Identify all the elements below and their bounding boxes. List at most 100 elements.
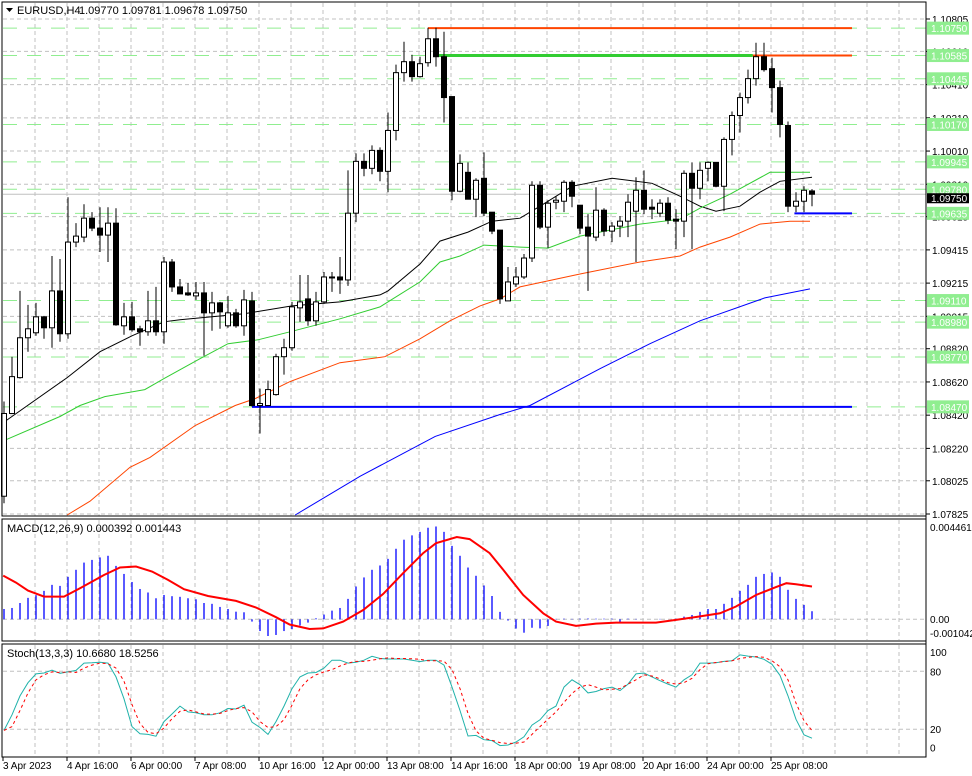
candle-body-bull — [721, 138, 727, 187]
candle-body-bull — [73, 235, 79, 243]
candle — [489, 211, 495, 235]
candle-body-bull — [161, 261, 167, 333]
candle-body-bear — [481, 177, 487, 214]
candle-body-bull — [257, 403, 263, 407]
candle-body-bull — [513, 276, 519, 285]
candle-body-bull — [681, 172, 687, 222]
symbol-label: EURUSD,H4 — [17, 5, 81, 17]
candle — [321, 271, 327, 304]
candle-body-bear — [377, 149, 383, 172]
candle-body-bull — [401, 61, 407, 74]
candle-body-bull — [353, 160, 359, 214]
candle-body-bull — [609, 225, 615, 232]
candle-body-bear — [465, 171, 471, 200]
candle-body-bull — [49, 290, 55, 329]
macd-tick-label: 0.004461 — [930, 523, 972, 534]
candle-body-bull — [65, 241, 71, 335]
price-level-label: 1.08770 — [931, 353, 968, 364]
candle — [497, 229, 503, 304]
candle-body-bull — [321, 276, 327, 303]
candle-body-bull — [473, 179, 479, 200]
candle — [785, 121, 791, 213]
candle-body-bull — [281, 347, 287, 358]
candle-body-bull — [289, 306, 295, 349]
time-tick-label: 19 Apr 08:00 — [579, 761, 636, 772]
candle-body-bull — [25, 328, 31, 339]
candle-body-bear — [713, 161, 719, 187]
stoch-title: Stoch(13,3,3) 10.6680 18.5256 — [7, 648, 159, 660]
candle-body-bull — [17, 337, 23, 379]
time-tick-label: 24 Apr 00:00 — [707, 761, 764, 772]
price-level-label: 1.10445 — [931, 75, 968, 86]
price-level-label: 1.08470 — [931, 403, 968, 414]
time-tick-label: 25 Apr 08:00 — [771, 761, 828, 772]
candle-body-bull — [9, 376, 15, 415]
candle — [289, 301, 295, 351]
candle-body-bear — [97, 227, 103, 236]
candle — [249, 291, 255, 407]
candle-body-bull — [545, 202, 551, 228]
candle — [537, 181, 543, 230]
candle-body-bull — [385, 129, 391, 172]
candle — [393, 64, 399, 141]
candle-body-bear — [649, 206, 655, 210]
candle-body-bear — [777, 87, 783, 125]
candle-body-bear — [569, 181, 575, 197]
candle-body-bear — [185, 292, 191, 296]
price-level-label: 1.09635 — [931, 209, 968, 220]
candle-body-bear — [233, 312, 239, 327]
candle-body-bear — [217, 302, 223, 313]
candle-body-bull — [313, 301, 319, 322]
candle-body-bull — [225, 312, 231, 327]
price-level-label: 1.10585 — [931, 52, 968, 63]
chart-header[interactable]: EURUSD,H4 1.09770 1.09781 1.09678 1.0975… — [6, 5, 247, 17]
candle-body-bull — [121, 316, 127, 327]
price-level-label: 1.09945 — [931, 158, 968, 169]
stoch-tick-label: 0 — [930, 744, 936, 755]
candle-body-bull — [753, 56, 759, 80]
candle-body-bear — [305, 298, 311, 322]
time-tick-label: 20 Apr 16:00 — [643, 761, 700, 772]
candle-body-bear — [769, 68, 775, 89]
candle-body-bull — [297, 301, 303, 309]
candle-body-bull — [241, 299, 247, 327]
candle-body-bull — [625, 201, 631, 222]
candle-body-bull — [505, 281, 511, 302]
candle-body-bull — [561, 181, 567, 202]
candle-body-bull — [105, 222, 111, 236]
time-tick-label: 13 Apr 08:00 — [387, 761, 444, 772]
macd-title: MACD(12,26,9) 0.000392 0.001443 — [7, 523, 181, 535]
candle-body-bull — [801, 189, 807, 202]
candle-body-bull — [329, 276, 335, 279]
candle-body-bull — [33, 316, 39, 334]
candle-body-bear — [673, 218, 679, 222]
candle-body-bear — [337, 276, 343, 281]
candle-body-bull — [529, 184, 535, 259]
candle-body-bull — [737, 97, 743, 117]
candle — [161, 257, 167, 344]
candle-body-bear — [641, 189, 647, 210]
time-tick-label: 18 Apr 00:00 — [515, 761, 572, 772]
candle-body-bear — [585, 226, 591, 237]
candle-body-bear — [433, 38, 439, 58]
candle-body-bear — [153, 320, 159, 333]
candle — [353, 153, 359, 223]
candle-body-bull — [273, 356, 279, 396]
candle — [713, 161, 719, 188]
macd-tick-label: -0.001042 — [930, 629, 972, 640]
current-price-label: 1.09750 — [931, 194, 968, 205]
candle-body-bear — [689, 172, 695, 189]
candle-body-bear — [113, 222, 119, 326]
candle — [113, 208, 119, 326]
price-tick-label: 1.09215 — [932, 279, 969, 290]
candle-body-bull — [345, 212, 351, 281]
candle-body-bear — [89, 217, 95, 229]
candle-body-bear — [361, 160, 367, 169]
candle-body-bull — [593, 209, 599, 238]
candle-body-bull — [657, 202, 663, 214]
trading-chart[interactable]: 1.108051.106101.104101.102101.100101.098… — [0, 0, 972, 776]
candle-body-bull — [633, 189, 639, 212]
candle-body-bull — [369, 149, 375, 169]
candle-body-bull — [729, 115, 735, 140]
candle-body-bear — [249, 300, 255, 407]
